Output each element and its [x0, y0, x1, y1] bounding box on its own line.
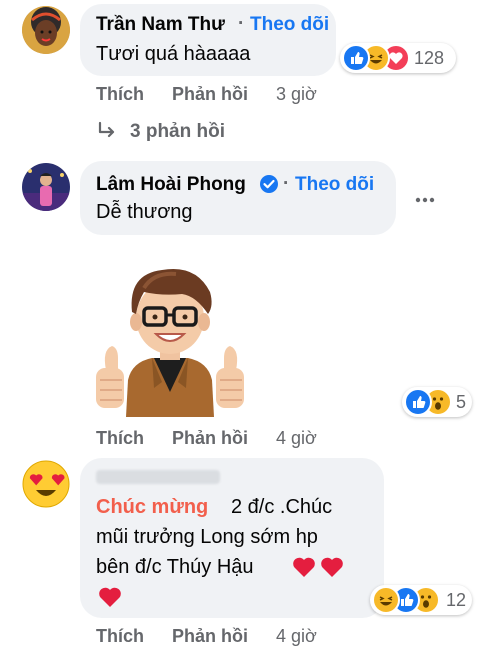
like-button[interactable]: Thích: [96, 626, 144, 647]
reply-button[interactable]: Phản hồi: [172, 84, 248, 105]
reaction-count: 128: [414, 48, 445, 68]
comment-highlight-text: Chúc mừng: [96, 496, 209, 518]
separator-dot: ·: [238, 13, 245, 34]
reaction-summary[interactable]: 128: [340, 43, 456, 73]
like-button[interactable]: Thích: [96, 84, 144, 105]
replies-count-label[interactable]: 3 phản hồi: [130, 121, 225, 143]
follow-button[interactable]: Theo dõi: [295, 174, 374, 196]
blurred-author-name[interactable]: [96, 470, 220, 484]
avatar[interactable]: [22, 163, 70, 211]
separator-dot: ·: [283, 173, 290, 194]
verified-badge-icon: [259, 174, 279, 199]
comment-time[interactable]: 4 giờ: [276, 626, 317, 647]
comment-text: Dễ thương: [96, 201, 193, 223]
comment-author[interactable]: Lâm Hoài Phong: [96, 174, 246, 196]
like-button[interactable]: Thích: [96, 428, 144, 449]
comment-text-line-3: bên đ/c Thúy Hậu: [96, 556, 254, 578]
heart-icon: [98, 586, 122, 613]
like-reaction-icon: [404, 388, 432, 416]
haha-reaction-icon: [372, 586, 400, 614]
avatar[interactable]: [22, 6, 70, 54]
reply-arrow-icon: [96, 120, 118, 147]
reaction-summary[interactable]: 12: [370, 585, 472, 615]
avatar-sticker: [92, 262, 248, 417]
like-reaction-icon: [342, 44, 370, 72]
reaction-count: 12: [446, 590, 467, 610]
comment-time[interactable]: 3 giờ: [276, 84, 317, 105]
comment-text-line-2: mũi trưởng Long sớm hp: [96, 526, 318, 548]
follow-button[interactable]: Theo dõi: [250, 14, 329, 36]
avatar[interactable]: [22, 460, 70, 508]
comment-text: Tươi quá hàaaaa: [96, 43, 251, 65]
heart-icon: [320, 556, 344, 583]
reaction-summary[interactable]: 5: [402, 387, 472, 417]
comment-author[interactable]: Trần Nam Thư: [96, 14, 225, 36]
reaction-count: 5: [456, 392, 467, 412]
more-options-icon[interactable]: [414, 189, 436, 216]
reply-button[interactable]: Phản hồi: [172, 428, 248, 449]
reply-button[interactable]: Phản hồi: [172, 626, 248, 647]
comment-text-line-1: 2 đ/c .Chúc: [231, 496, 333, 518]
comment-time[interactable]: 4 giờ: [276, 428, 317, 449]
heart-icon: [292, 556, 316, 583]
